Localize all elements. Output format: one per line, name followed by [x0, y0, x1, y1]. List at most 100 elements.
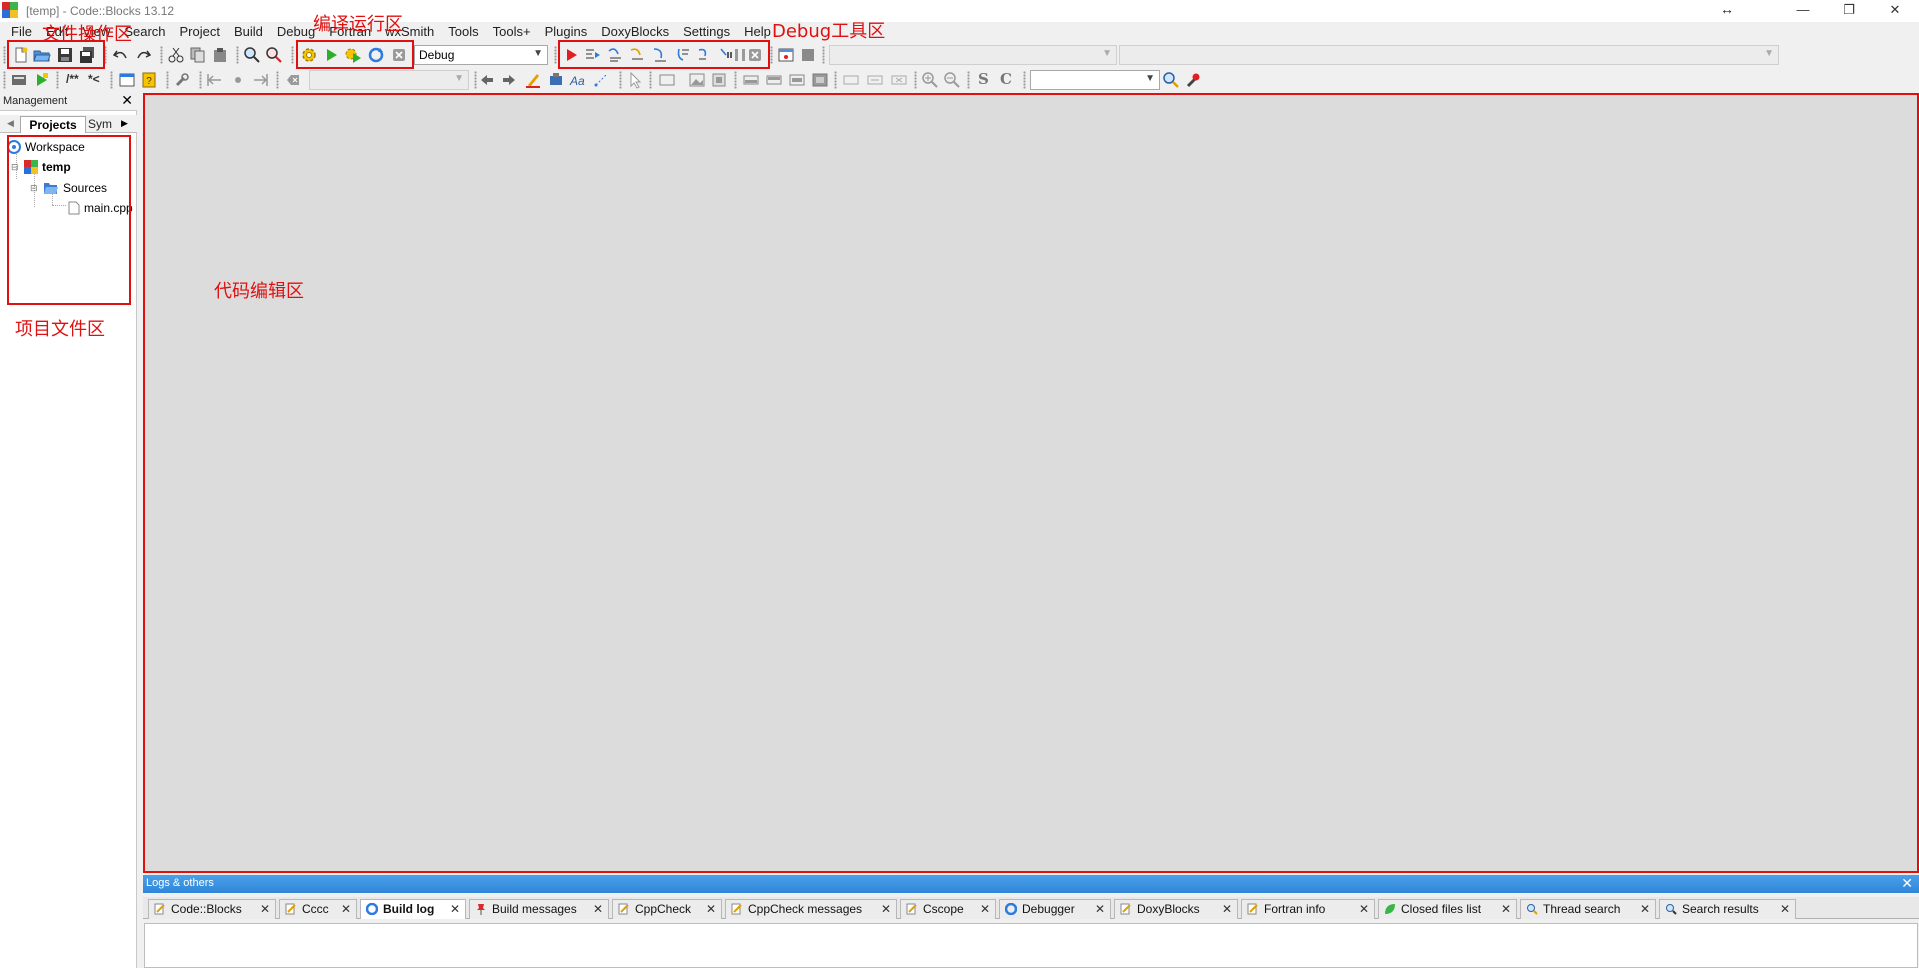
- image-icon[interactable]: [688, 71, 706, 89]
- toolbar-grip[interactable]: [104, 46, 107, 64]
- debug-start-icon[interactable]: [562, 46, 580, 64]
- log-tab-codeblocks[interactable]: Code::Blocks ✕: [148, 899, 276, 919]
- menu-edit[interactable]: Edit: [39, 22, 75, 42]
- close-tab-icon[interactable]: ✕: [1501, 900, 1511, 918]
- menu-tools[interactable]: Tools: [441, 22, 485, 42]
- close-tab-icon[interactable]: ✕: [341, 900, 351, 918]
- menu-settings[interactable]: Settings: [676, 22, 737, 42]
- run-to-cursor-icon[interactable]: [584, 46, 602, 64]
- various-info-icon[interactable]: [799, 46, 817, 64]
- close-tab-icon[interactable]: ✕: [1640, 900, 1650, 918]
- symbol-browser-icon[interactable]: [547, 71, 565, 89]
- menu-tools-plus[interactable]: Tools+: [486, 22, 538, 42]
- grid-sizer-icon[interactable]: [788, 71, 806, 89]
- static-box-icon[interactable]: [866, 71, 884, 89]
- toolbar-grip[interactable]: [56, 71, 59, 89]
- abort-icon[interactable]: [390, 46, 408, 64]
- tree-workspace[interactable]: Workspace: [7, 140, 85, 154]
- pointer-icon[interactable]: [626, 71, 644, 89]
- toolbar-grip[interactable]: [734, 71, 737, 89]
- search-combo[interactable]: ▼: [1030, 70, 1160, 90]
- menu-debug[interactable]: Debug: [270, 22, 322, 42]
- toolbar-grip[interactable]: [649, 71, 652, 89]
- clear-search-icon[interactable]: [284, 71, 302, 89]
- build-run-icon[interactable]: [344, 46, 362, 64]
- scroll-right-icon[interactable]: ▶: [121, 118, 128, 129]
- copy-icon[interactable]: [189, 46, 207, 64]
- search-icon[interactable]: [1162, 71, 1180, 89]
- box-sizer-icon[interactable]: [811, 71, 829, 89]
- toolbar-grip[interactable]: [276, 71, 279, 89]
- menu-help[interactable]: Help: [737, 22, 778, 42]
- spacer-icon[interactable]: [842, 71, 860, 89]
- toolbar-grip[interactable]: [1023, 71, 1026, 89]
- next-instruction-icon[interactable]: [628, 46, 646, 64]
- zoom-out-icon[interactable]: [943, 71, 961, 89]
- toolbar-grip[interactable]: [914, 71, 917, 89]
- build-log-content[interactable]: [144, 923, 1918, 968]
- debug-windows-icon[interactable]: [777, 46, 795, 64]
- restore-button[interactable]: ❐: [1826, 0, 1872, 22]
- log-tab-fortran-info[interactable]: Fortran info ✕: [1241, 899, 1375, 919]
- frame-icon[interactable]: [658, 71, 676, 89]
- jump-back-icon[interactable]: [206, 71, 224, 89]
- log-tab-closed-files[interactable]: Closed files list ✕: [1378, 899, 1517, 919]
- collapse-icon[interactable]: ⊟: [11, 162, 20, 173]
- step-out-icon[interactable]: [673, 46, 691, 64]
- toolbar-grip[interactable]: [967, 71, 970, 89]
- close-tab-icon[interactable]: ✕: [881, 900, 891, 918]
- log-tab-search-results[interactable]: Search results ✕: [1659, 899, 1796, 919]
- toolbar-grip[interactable]: [110, 71, 113, 89]
- menu-view[interactable]: View: [75, 22, 117, 42]
- close-tab-icon[interactable]: ✕: [1359, 900, 1369, 918]
- doxy-line-comment-button[interactable]: *<: [88, 72, 100, 86]
- close-tab-icon[interactable]: ✕: [1095, 900, 1105, 918]
- menu-fortran[interactable]: Fortran: [322, 22, 378, 42]
- menu-plugins[interactable]: Plugins: [538, 22, 595, 42]
- html-docs-icon[interactable]: [118, 71, 136, 89]
- arrow-right-icon[interactable]: [500, 71, 518, 89]
- close-window-button[interactable]: ✕: [1872, 0, 1918, 22]
- toolbar-grip[interactable]: [3, 71, 6, 89]
- close-tab-icon[interactable]: ✕: [706, 900, 716, 918]
- undo-icon[interactable]: [112, 46, 130, 64]
- run-icon[interactable]: [322, 46, 340, 64]
- settings-wrench-icon[interactable]: [1184, 71, 1202, 89]
- code-editor-area[interactable]: [143, 93, 1919, 873]
- save-icon[interactable]: [56, 46, 74, 64]
- redo-icon[interactable]: [134, 46, 152, 64]
- scroll-left-icon[interactable]: ◀: [7, 118, 14, 129]
- save-all-icon[interactable]: [78, 46, 96, 64]
- toolbar-grip[interactable]: [236, 46, 239, 64]
- close-tab-icon[interactable]: ✕: [450, 900, 460, 918]
- menu-search[interactable]: Search: [117, 22, 172, 42]
- log-tab-cppcheck-messages[interactable]: CppCheck messages ✕: [725, 899, 897, 919]
- tab-projects[interactable]: Projects: [20, 116, 86, 133]
- code-function-select[interactable]: ▼: [1119, 45, 1779, 65]
- close-tab-icon[interactable]: ✕: [593, 900, 603, 918]
- strong-s-button[interactable]: S: [978, 70, 989, 88]
- code-scope-select[interactable]: ▼: [829, 45, 1117, 65]
- collapse-icon[interactable]: ⊟: [30, 183, 39, 194]
- menu-wxsmith[interactable]: wxSmith: [378, 22, 441, 42]
- close-tab-icon[interactable]: ✕: [1222, 900, 1232, 918]
- toolbar-grip[interactable]: [822, 46, 825, 64]
- menu-doxyblocks[interactable]: DoxyBlocks: [594, 22, 676, 42]
- open-folder-icon[interactable]: [33, 46, 51, 64]
- menu-build[interactable]: Build: [227, 22, 270, 42]
- step-into-icon[interactable]: [651, 46, 669, 64]
- log-tab-debugger[interactable]: Debugger ✕: [999, 899, 1111, 919]
- menu-file[interactable]: File: [4, 22, 39, 42]
- log-tab-cscope[interactable]: Cscope ✕: [900, 899, 996, 919]
- sizer-v-icon[interactable]: [765, 71, 783, 89]
- toolbar-grip[interactable]: [3, 46, 6, 64]
- toolbar-grip[interactable]: [834, 71, 837, 89]
- log-tab-build-log[interactable]: Build log ✕: [360, 899, 466, 919]
- doxy-block-comment-button[interactable]: /**: [66, 72, 79, 86]
- panel-icon[interactable]: [710, 71, 728, 89]
- rebuild-icon[interactable]: [367, 46, 385, 64]
- build-target-select[interactable]: Debug ▼: [414, 45, 548, 65]
- arrow-left-icon[interactable]: [478, 71, 496, 89]
- toolbar-grip[interactable]: [619, 71, 622, 89]
- jump-forward-icon[interactable]: [251, 71, 269, 89]
